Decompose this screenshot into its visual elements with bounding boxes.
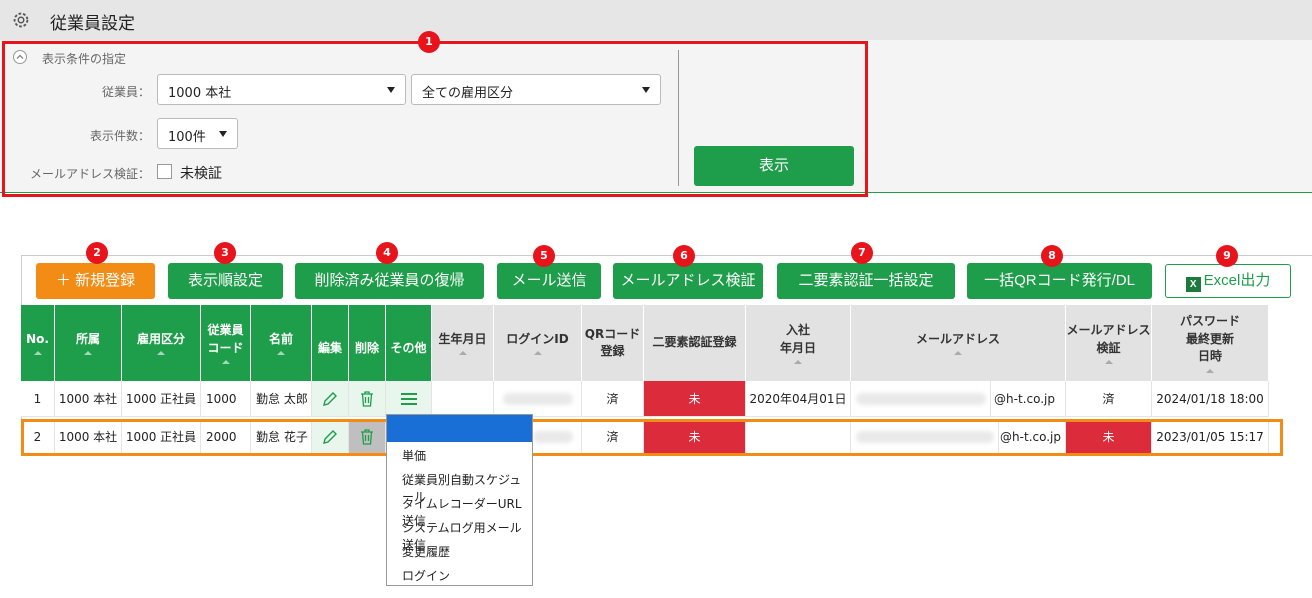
cell-name: 勤怠 太郎 (251, 381, 312, 417)
cell-email: @h-t.co.jp (991, 381, 1066, 417)
col-header-code[interactable]: 従業員 コード (201, 305, 251, 381)
col-header-email-verify[interactable]: メールアドレス 検証 (1066, 305, 1152, 381)
sort-icon (1104, 359, 1113, 364)
count-select-value: 100件 (168, 130, 206, 145)
excel-export-label: Excel出力 (1203, 272, 1271, 289)
show-button[interactable]: 表示 (694, 146, 854, 186)
display-order-button[interactable]: 表示順設定 (168, 263, 283, 299)
email-verify-button[interactable]: メールアドレス検証 (613, 263, 763, 299)
row-highlight-box (21, 419, 1283, 456)
badge-2: 2 (86, 242, 108, 264)
badge-7: 7 (851, 242, 873, 264)
col-header-other: その他 (386, 305, 432, 381)
col-header-delete: 削除 (349, 305, 386, 381)
excel-icon: X (1185, 277, 1201, 292)
other-menu-button[interactable] (386, 381, 432, 417)
filter-section-label: 表示条件の指定 (42, 52, 127, 66)
bulk-qr-button[interactable]: 一括QRコード発行/DL (967, 263, 1152, 299)
unverified-checkbox[interactable] (157, 164, 172, 179)
cell-qr: 済 (582, 381, 644, 417)
col-header-password[interactable]: パスワード 最終更新 日時 (1152, 305, 1269, 381)
new-register-button[interactable]: ＋ 新規登録 (36, 263, 155, 299)
employee-select-value: 1000 本社 (168, 86, 232, 101)
title-bar: 従業員設定 (0, 0, 1312, 40)
sort-icon (954, 351, 962, 356)
filter-divider (678, 50, 679, 186)
email-verify-label: メールアドレス検証： (29, 167, 150, 181)
employment-type-select-value: 全ての雇用区分 (422, 86, 514, 101)
col-header-two-factor: 二要素認証登録 (644, 305, 746, 381)
col-header-dept[interactable]: 所属 (55, 305, 122, 381)
gear-icon (13, 12, 29, 28)
cell-no: 1 (21, 381, 55, 417)
other-context-menu: 単価 従業員別自動スケジュール タイムレコーダーURL送信 システムログ用メール… (386, 414, 533, 586)
sort-icon (277, 351, 285, 356)
collapse-toggle-icon[interactable] (13, 50, 27, 64)
col-header-type[interactable]: 雇用区分 (122, 305, 201, 381)
sort-icon (458, 351, 467, 356)
employee-select[interactable]: 1000 本社 (157, 74, 406, 105)
sort-icon (1206, 368, 1214, 373)
menu-item-login[interactable]: ログイン (402, 567, 450, 584)
badge-8: 8 (1041, 245, 1063, 267)
send-mail-button[interactable]: メール送信 (497, 263, 601, 299)
chevron-down-icon (219, 131, 227, 137)
col-header-join[interactable]: 入社 年月日 (746, 305, 851, 381)
edit-button[interactable] (312, 381, 349, 417)
two-factor-bulk-button[interactable]: 二要素認証一括設定 (777, 263, 955, 299)
context-menu-header (387, 415, 532, 442)
col-header-email[interactable]: メールアドレス (851, 305, 1066, 381)
cell-two-factor: 未 (644, 381, 746, 417)
cell-password-updated: 2024/01/18 18:00 (1152, 381, 1269, 417)
menu-item-history[interactable]: 変更履歴 (402, 543, 450, 560)
chevron-down-icon (387, 87, 395, 93)
cell-email-verify: 済 (1066, 381, 1152, 417)
excel-export-button[interactable]: X Excel出力 (1165, 264, 1291, 298)
sort-icon (157, 351, 165, 356)
cell-type: 1000 正社員 (122, 381, 201, 417)
cell-login-blurred (494, 381, 582, 417)
col-header-edit: 編集 (312, 305, 349, 381)
col-header-birth[interactable]: 生年月日 (432, 305, 494, 381)
unverified-checkbox-label: 未検証 (180, 166, 222, 182)
badge-9: 9 (1216, 245, 1238, 267)
trash-icon (361, 390, 373, 407)
badge-1: 1 (418, 31, 440, 53)
menu-item-unit-price[interactable]: 単価 (402, 447, 426, 464)
hamburger-icon (400, 392, 417, 405)
col-header-no[interactable]: No. (21, 305, 55, 381)
col-header-qr: QRコード 登録 (582, 305, 644, 381)
employee-label: 従業員： (101, 85, 150, 99)
restore-deleted-button[interactable]: 削除済み従業員の復帰 (295, 263, 484, 299)
delete-button[interactable] (349, 381, 386, 417)
cell-join: 2020年04月01日 (746, 381, 851, 417)
sort-icon (33, 351, 42, 356)
chevron-down-icon (642, 87, 650, 93)
cell-dept: 1000 本社 (55, 381, 122, 417)
count-select[interactable]: 100件 (157, 118, 238, 149)
employment-type-select[interactable]: 全ての雇用区分 (411, 74, 661, 105)
page-title: 従業員設定 (50, 14, 135, 34)
sort-icon (533, 351, 542, 356)
col-header-login[interactable]: ログインID (494, 305, 582, 381)
pencil-icon (323, 391, 337, 406)
cell-email-blurred (851, 381, 991, 417)
count-label: 表示件数： (89, 129, 150, 143)
sort-icon (84, 351, 92, 356)
badge-4: 4 (376, 242, 398, 264)
badge-5: 5 (533, 245, 555, 267)
cell-birth (432, 381, 494, 417)
sort-icon (221, 359, 230, 364)
col-header-name[interactable]: 名前 (251, 305, 312, 381)
cell-code: 1000 (201, 381, 251, 417)
badge-3: 3 (214, 242, 236, 264)
sort-icon (794, 359, 802, 364)
badge-6: 6 (673, 245, 695, 267)
